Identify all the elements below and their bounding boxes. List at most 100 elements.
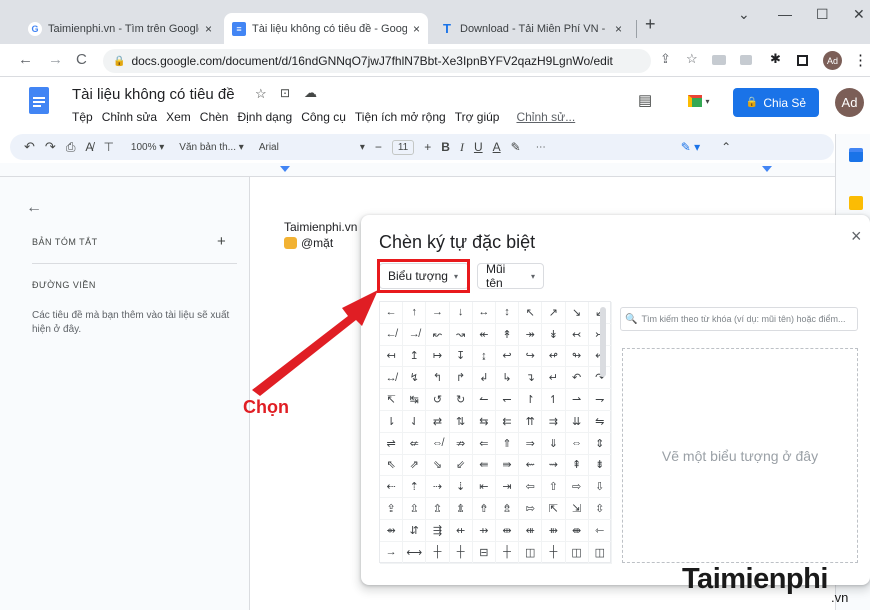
symbol-cell[interactable]: ↝ xyxy=(449,323,473,346)
menu-format[interactable]: Định dạng xyxy=(237,110,292,124)
symbol-cell[interactable]: ⇦ xyxy=(519,476,543,499)
keep-icon[interactable] xyxy=(849,196,863,210)
symbol-cell[interactable]: ⇆ xyxy=(472,410,496,433)
symbol-cell[interactable]: ⇍ xyxy=(403,432,427,455)
symbol-cell[interactable]: ⇕ xyxy=(588,432,612,455)
increase-font-size-button[interactable]: + xyxy=(424,140,431,154)
symbol-cell[interactable]: ⇗ xyxy=(403,454,427,477)
symbol-cell[interactable]: ⇄ xyxy=(426,410,450,433)
font-dropdown-chevron-icon[interactable]: ▾ xyxy=(360,142,365,153)
reload-icon[interactable]: C xyxy=(76,51,87,68)
text-color-icon[interactable]: A xyxy=(493,140,501,154)
symbol-cell[interactable]: ⇠ xyxy=(380,476,404,499)
undo-icon[interactable]: ↶ xyxy=(24,139,35,155)
symbol-cell[interactable]: ⇪ xyxy=(380,498,404,520)
symbol-cell[interactable]: ↫ xyxy=(542,345,566,368)
symbol-cell[interactable]: ◫ xyxy=(519,541,543,564)
symbol-cell[interactable]: ⇶ xyxy=(426,519,450,542)
symbol-cell[interactable]: ↰ xyxy=(426,367,450,390)
symbol-cell[interactable]: ⇝ xyxy=(542,454,566,477)
font-select[interactable]: Arial xyxy=(259,142,349,153)
close-tab-icon[interactable]: × xyxy=(205,22,212,36)
share-page-icon[interactable]: ⇪ xyxy=(660,51,671,67)
meet-button[interactable]: ▾ xyxy=(680,89,718,113)
symbol-cell[interactable]: ⇴ xyxy=(380,519,404,542)
comments-icon[interactable]: ▤ xyxy=(638,91,652,109)
symbol-cell[interactable]: ⇩ xyxy=(588,476,612,499)
print-icon[interactable]: ⎙ xyxy=(66,140,76,155)
symbol-cell[interactable]: ⇞ xyxy=(565,454,589,477)
symbol-cell[interactable]: ↜ xyxy=(426,323,450,346)
profile-avatar[interactable]: Ad xyxy=(823,51,842,70)
symbol-cell[interactable]: ↔ xyxy=(472,302,496,324)
symbol-cell[interactable]: ⇐ xyxy=(472,432,496,455)
symbol-cell[interactable]: ⇀ xyxy=(565,389,589,411)
symbol-cell[interactable]: ↛ xyxy=(403,323,427,346)
symbol-cell[interactable]: ↘ xyxy=(565,302,589,324)
tab-google-search[interactable]: G Taimienphi.vn - Tìm trên Google × xyxy=(20,13,220,44)
symbol-cell[interactable]: ⇟ xyxy=(588,454,612,477)
extensions-puzzle-icon[interactable]: ✱ xyxy=(770,51,781,67)
maximize-button[interactable]: ☐ xyxy=(816,6,829,23)
symbol-cell[interactable]: ↠ xyxy=(519,323,543,346)
symbol-cell[interactable]: ⇑ xyxy=(495,432,520,455)
calendar-icon[interactable] xyxy=(849,148,863,162)
extension-icon[interactable] xyxy=(712,55,726,65)
symbol-cell[interactable]: ┼ xyxy=(542,541,566,564)
symbol-cell[interactable]: ⇮ xyxy=(472,498,496,520)
symbol-cell[interactable]: ⇁ xyxy=(588,389,612,411)
document-line[interactable]: Taimienphi.vn xyxy=(284,220,357,234)
document-title[interactable]: Tài liệu không có tiêu đề xyxy=(72,86,235,103)
menu-extensions[interactable]: Tiện ích mở rộng xyxy=(355,110,446,124)
add-summary-button[interactable]: + xyxy=(217,233,226,250)
symbol-cell[interactable]: ⇉ xyxy=(542,410,566,433)
symbol-cell[interactable]: ⇻ xyxy=(542,519,566,542)
symbol-cell[interactable]: ⇚ xyxy=(472,454,496,477)
symbol-cell[interactable]: ⇭ xyxy=(449,498,473,520)
symbol-cell[interactable]: ↻ xyxy=(449,389,473,411)
url-field[interactable]: 🔒 docs.google.com/document/d/16ndGNNqO7j… xyxy=(103,49,651,73)
tab-download[interactable]: T Download - Tải Miễn Phí VN - Ph × xyxy=(432,13,630,44)
forward-icon[interactable]: → xyxy=(48,51,63,68)
italic-icon[interactable]: I xyxy=(460,140,464,155)
symbol-cell[interactable]: ⇌ xyxy=(380,432,404,455)
symbol-cell[interactable]: ◫ xyxy=(588,541,612,564)
back-arrow-icon[interactable]: ← xyxy=(26,199,42,217)
symbol-cell[interactable]: ┼ xyxy=(449,541,473,564)
symbol-cell[interactable]: ┼ xyxy=(495,541,520,564)
symbol-cell[interactable]: ↗ xyxy=(542,302,566,324)
symbol-cell[interactable]: ↦ xyxy=(426,345,450,368)
left-indent-marker[interactable] xyxy=(280,166,290,172)
subcategory-dropdown[interactable]: Mũi tên ▾ xyxy=(477,262,544,290)
star-icon[interactable]: ☆ xyxy=(255,86,267,102)
symbol-cell[interactable]: ⇧ xyxy=(542,476,566,499)
style-select[interactable]: Văn bản th... ▾ xyxy=(179,142,244,153)
symbol-cell[interactable]: ↟ xyxy=(495,323,520,346)
extension-icon[interactable] xyxy=(740,55,752,65)
zoom-select[interactable]: 100% ▾ xyxy=(131,142,164,153)
tab-search-icon[interactable]: ⌄ xyxy=(738,6,750,23)
symbol-cell[interactable]: ⇒ xyxy=(519,432,543,455)
symbol-cell[interactable]: ⇙ xyxy=(449,454,473,477)
symbol-cell[interactable]: ↲ xyxy=(472,367,496,390)
docs-logo-icon[interactable] xyxy=(29,87,49,114)
back-icon[interactable]: ← xyxy=(18,51,33,68)
symbol-cell[interactable]: ⊟ xyxy=(472,541,496,564)
symbol-cell[interactable]: ↕ xyxy=(495,302,520,324)
symbol-cell[interactable]: ⇊ xyxy=(565,410,589,433)
symbol-cell[interactable]: ↾ xyxy=(519,389,543,411)
symbol-cell[interactable]: ⇔ xyxy=(565,432,589,455)
symbol-cell[interactable]: ⇰ xyxy=(519,498,543,520)
symbol-cell[interactable]: ↞ xyxy=(472,323,496,346)
symbol-search-input[interactable]: 🔍 Tìm kiếm theo từ khóa (ví dụ: mũi tên)… xyxy=(620,307,858,331)
symbol-cell[interactable]: ↿ xyxy=(542,389,566,411)
symbol-cell[interactable]: ⇂ xyxy=(380,410,404,433)
symbol-cell[interactable]: ⇢ xyxy=(426,476,450,499)
browser-menu-icon[interactable]: ⋮ xyxy=(853,51,868,69)
symbol-cell[interactable]: ⇤ xyxy=(472,476,496,499)
symbol-cell[interactable]: ⇅ xyxy=(449,410,473,433)
symbol-cell[interactable]: ⇏ xyxy=(449,432,473,455)
symbol-cell[interactable]: ⇲ xyxy=(565,498,589,520)
symbol-cell[interactable]: ↶ xyxy=(565,367,589,390)
symbol-cell[interactable]: → xyxy=(380,541,404,564)
